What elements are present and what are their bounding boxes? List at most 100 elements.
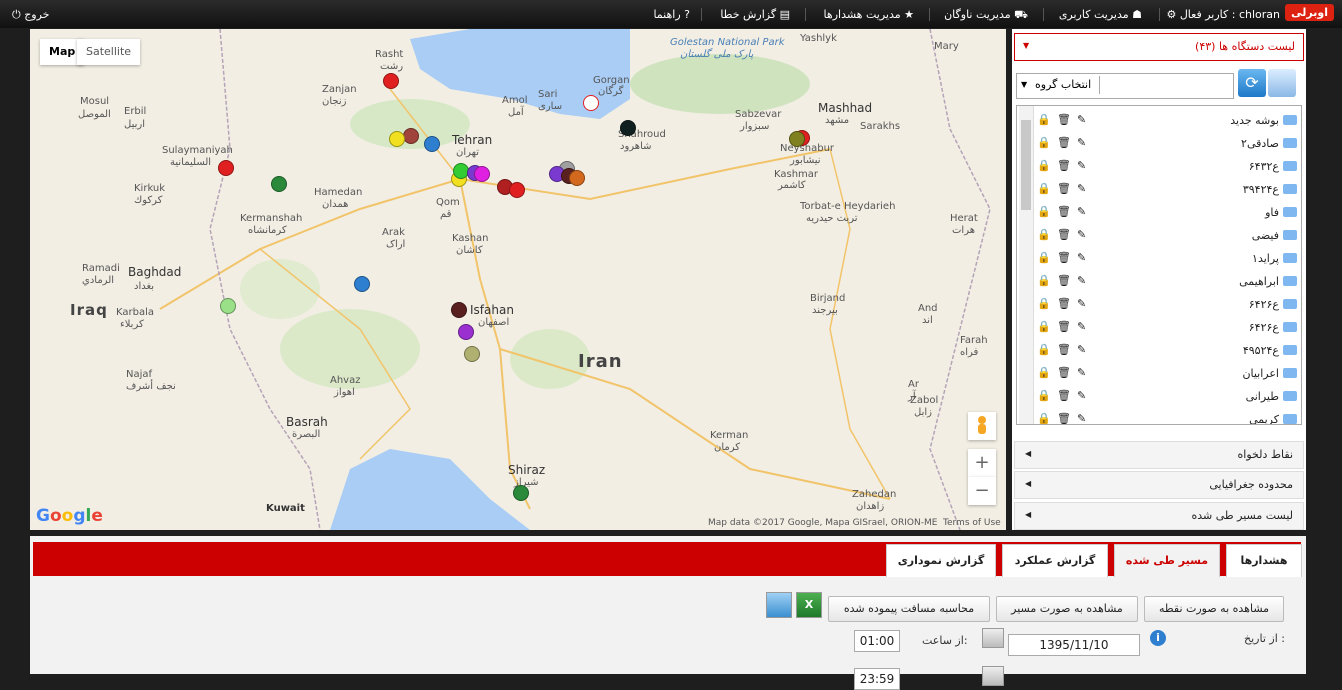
- zoom-in-button[interactable]: +: [968, 449, 996, 477]
- device-tree-item[interactable]: 🔒 🗑 ✎ فاو: [1033, 202, 1301, 224]
- edit-icon[interactable]: ✎: [1077, 113, 1086, 126]
- view-as-point-button[interactable]: مشاهده به صورت نقطه: [1144, 596, 1284, 622]
- device-marker[interactable]: [474, 166, 490, 182]
- lock-icon[interactable]: 🔒: [1037, 251, 1051, 264]
- edit-icon[interactable]: ✎: [1077, 228, 1086, 241]
- lock-icon[interactable]: 🔒: [1037, 136, 1051, 149]
- trash-icon[interactable]: 🗑: [1057, 343, 1071, 356]
- device-tree-item[interactable]: 🔒 🗑 ✎ فیضی: [1033, 225, 1301, 247]
- trash-icon[interactable]: 🗑: [1057, 228, 1071, 241]
- trash-icon[interactable]: 🗑: [1057, 274, 1071, 287]
- device-tree-item[interactable]: 🔒 🗑 ✎ طیرانی: [1033, 386, 1301, 408]
- accordion-favorite-points[interactable]: ◀ نقاط دلخواه: [1014, 441, 1304, 469]
- calendar-icon[interactable]: [982, 666, 1004, 686]
- error-report-menu[interactable]: گزارش خطا ▤: [720, 8, 790, 21]
- device-marker[interactable]: [218, 160, 234, 176]
- device-tree-item[interactable]: 🔒 🗑 ✎ پراید۱: [1033, 248, 1301, 270]
- device-marker[interactable]: [354, 276, 370, 292]
- trash-icon[interactable]: 🗑: [1057, 113, 1071, 126]
- device-tree-item[interactable]: 🔒 🗑 ✎ ۶۴ع۳۲: [1033, 156, 1301, 178]
- calendar-icon[interactable]: [982, 628, 1004, 648]
- lock-icon[interactable]: 🔒: [1037, 113, 1051, 126]
- device-tree-item[interactable]: 🔒 🗑 ✎ بوشه جدید: [1033, 110, 1301, 132]
- lock-icon[interactable]: 🔒: [1037, 228, 1051, 241]
- lock-icon[interactable]: 🔒: [1037, 159, 1051, 172]
- tab-route[interactable]: مسیر طی شده: [1114, 544, 1220, 577]
- to-time-input[interactable]: 23:59: [854, 668, 900, 690]
- device-tree-item[interactable]: 🔒 🗑 ✎ ۶۴ع۲۶: [1033, 317, 1301, 339]
- trash-icon[interactable]: 🗑: [1057, 136, 1071, 149]
- device-list-header[interactable]: ▼ لیست دستگاه ها (۴۳): [1014, 33, 1304, 61]
- lock-icon[interactable]: 🔒: [1037, 389, 1051, 402]
- device-marker[interactable]: [389, 131, 405, 147]
- device-marker[interactable]: [464, 346, 480, 362]
- trash-icon[interactable]: 🗑: [1057, 366, 1071, 379]
- edit-icon[interactable]: ✎: [1077, 274, 1086, 287]
- edit-icon[interactable]: ✎: [1077, 182, 1086, 195]
- street-view-pegman-icon[interactable]: [968, 412, 996, 440]
- tab-chart-report[interactable]: گزارش نموداری: [886, 544, 996, 577]
- device-tree-item[interactable]: 🔒 🗑 ✎ ۶۴ع۲۶: [1033, 294, 1301, 316]
- device-tree-item[interactable]: 🔒 🗑 ✎ ۴۹۵ع۲۴: [1033, 340, 1301, 362]
- excel-export-icon[interactable]: X: [796, 592, 822, 618]
- lock-icon[interactable]: 🔒: [1037, 297, 1051, 310]
- send-message-icon[interactable]: [1268, 69, 1296, 97]
- device-tree-item[interactable]: 🔒 🗑 ✎ اعرابیان: [1033, 363, 1301, 385]
- device-marker[interactable]: [451, 302, 467, 318]
- edit-icon[interactable]: ✎: [1077, 343, 1086, 356]
- device-marker[interactable]: [513, 485, 529, 501]
- from-time-input[interactable]: 01:00: [854, 630, 900, 652]
- device-marker[interactable]: [569, 170, 585, 186]
- device-marker[interactable]: [789, 131, 805, 147]
- device-marker[interactable]: [403, 128, 419, 144]
- from-date-input[interactable]: 1395/11/10: [1008, 634, 1140, 656]
- map-type-satellite-button[interactable]: Satellite: [77, 39, 141, 65]
- map-export-icon[interactable]: [766, 592, 792, 618]
- lock-icon[interactable]: 🔒: [1037, 412, 1051, 424]
- map-view[interactable]: Map Satellite Golestan National Park پار…: [30, 29, 1006, 530]
- device-marker[interactable]: [509, 182, 525, 198]
- info-icon[interactable]: i: [1150, 630, 1166, 646]
- trash-icon[interactable]: 🗑: [1057, 389, 1071, 402]
- trash-icon[interactable]: 🗑: [1057, 205, 1071, 218]
- edit-icon[interactable]: ✎: [1077, 366, 1086, 379]
- tree-scrollbar[interactable]: [1019, 106, 1034, 424]
- alarm-management-menu[interactable]: مدیریت هشدارها ★: [824, 8, 914, 21]
- scrollbar-thumb[interactable]: [1021, 120, 1031, 210]
- accordion-route-list[interactable]: ◀ لیست مسیر طی شده: [1014, 502, 1304, 530]
- device-tree-item[interactable]: 🔒 🗑 ✎ ۳۹۴ع۲۴: [1033, 179, 1301, 201]
- trash-icon[interactable]: 🗑: [1057, 297, 1071, 310]
- device-marker[interactable]: [271, 176, 287, 192]
- refresh-icon[interactable]: ⟳: [1238, 69, 1266, 97]
- edit-icon[interactable]: ✎: [1077, 320, 1086, 333]
- device-tree-item[interactable]: 🔒 🗑 ✎ کریمی: [1033, 409, 1301, 424]
- trash-icon[interactable]: 🗑: [1057, 320, 1071, 333]
- device-marker[interactable]: [220, 298, 236, 314]
- terms-of-use-link[interactable]: Terms of Use: [943, 518, 1001, 528]
- trash-icon[interactable]: 🗑: [1057, 159, 1071, 172]
- trash-icon[interactable]: 🗑: [1057, 412, 1071, 424]
- logout-button[interactable]: ⏻ خروج: [12, 8, 50, 22]
- lock-icon[interactable]: 🔒: [1037, 320, 1051, 333]
- device-marker[interactable]: [583, 95, 599, 111]
- device-marker[interactable]: [383, 73, 399, 89]
- tab-alarms[interactable]: هشدارها: [1226, 544, 1302, 577]
- device-marker[interactable]: [458, 324, 474, 340]
- lock-icon[interactable]: 🔒: [1037, 366, 1051, 379]
- device-tree-item[interactable]: 🔒 🗑 ✎ ابراهیمی: [1033, 271, 1301, 293]
- calc-distance-button[interactable]: محاسبه مسافت پیموده شده: [828, 596, 990, 622]
- lock-icon[interactable]: 🔒: [1037, 182, 1051, 195]
- edit-icon[interactable]: ✎: [1077, 251, 1086, 264]
- group-select[interactable]: ▼ انتخاب گروه: [1016, 73, 1234, 99]
- edit-icon[interactable]: ✎: [1077, 412, 1086, 424]
- device-marker[interactable]: [620, 120, 636, 136]
- zoom-out-button[interactable]: −: [968, 477, 996, 505]
- lock-icon[interactable]: 🔒: [1037, 343, 1051, 356]
- device-marker[interactable]: [424, 136, 440, 152]
- lock-icon[interactable]: 🔒: [1037, 274, 1051, 287]
- tab-performance[interactable]: گزارش عملکرد: [1002, 544, 1108, 577]
- lock-icon[interactable]: 🔒: [1037, 205, 1051, 218]
- edit-icon[interactable]: ✎: [1077, 136, 1086, 149]
- edit-icon[interactable]: ✎: [1077, 205, 1086, 218]
- accordion-geo-zone[interactable]: ◀ محدوده جغرافیایی: [1014, 471, 1304, 499]
